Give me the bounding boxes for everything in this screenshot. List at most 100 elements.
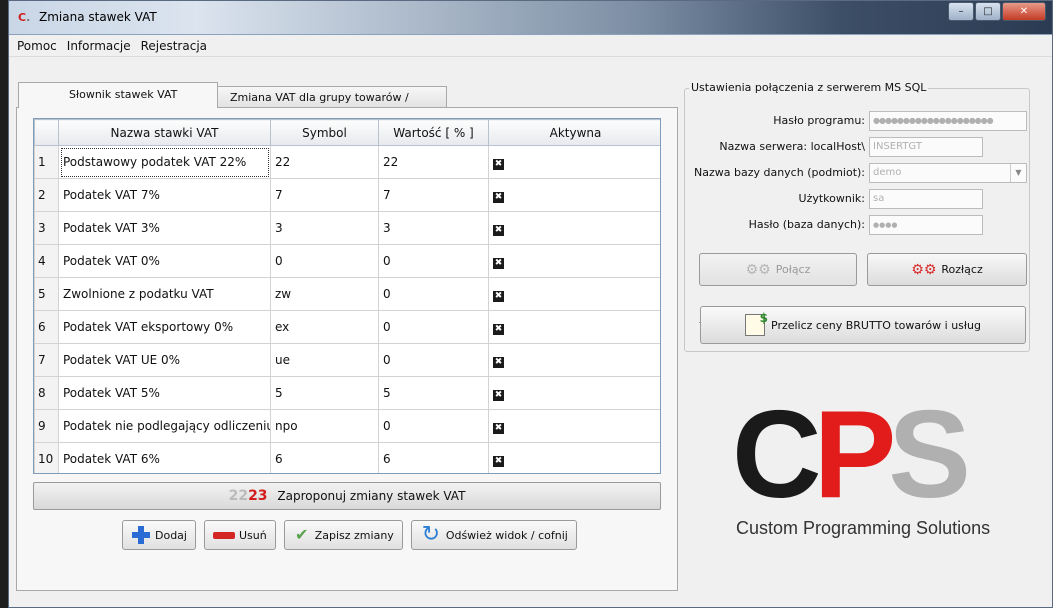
table-row[interactable]: 9 Podatek nie podlegający odliczeniu npo 0 ✖ (34, 409, 660, 443)
cell-symbol[interactable]: 6 (270, 442, 379, 473)
cell-symbol[interactable]: 3 (270, 211, 379, 245)
logo-letter-c: C (732, 386, 822, 524)
disconnect-button[interactable]: ⚙⚙ Rozłącz (867, 253, 1027, 286)
menu-bar: Pomoc Informacje Rejestracja (9, 35, 1052, 57)
active-checkbox[interactable]: ✖ (493, 257, 504, 269)
menu-pomoc[interactable]: Pomoc (17, 39, 57, 53)
cell-name[interactable]: Podstawowy podatek VAT 22% (58, 145, 271, 179)
cell-symbol[interactable]: 7 (270, 178, 379, 212)
row-number: 7 (34, 343, 59, 377)
menu-informacje[interactable]: Informacje (67, 39, 131, 53)
connect-button[interactable]: ⚙⚙ Połącz (699, 253, 857, 286)
cell-value[interactable]: 0 (378, 343, 489, 377)
cell-name[interactable]: Podatek VAT 7% (58, 178, 271, 212)
cell-symbol[interactable]: npo (270, 409, 379, 443)
cell-symbol[interactable]: ex (270, 310, 379, 344)
active-checkbox[interactable]: ✖ (493, 191, 504, 203)
server-name-field[interactable]: INSERTGT (869, 137, 983, 157)
cell-symbol[interactable]: 0 (270, 244, 379, 278)
program-password-field[interactable]: ●●●●●●●●●●●●●●●●●●●● (869, 111, 1027, 131)
active-checkbox[interactable]: ✖ (493, 455, 504, 467)
cell-name[interactable]: Podatek VAT UE 0% (58, 343, 271, 377)
table-row[interactable]: 3 Podatek VAT 3% 3 3 ✖ (34, 211, 660, 245)
cell-value[interactable]: 22 (378, 145, 489, 179)
chevron-down-icon: ▼ (1010, 164, 1026, 182)
row-number: 4 (34, 244, 59, 278)
active-checkbox[interactable]: ✖ (493, 323, 504, 335)
cell-name[interactable]: Podatek VAT 3% (58, 211, 271, 245)
close-button[interactable]: ✕ (1002, 2, 1046, 21)
logo-subtitle: Custom Programming Solutions (736, 518, 991, 538)
tab-group-vat-change[interactable]: Zmiana VAT dla grupy towarów / usług (217, 86, 447, 125)
cell-name[interactable]: Podatek VAT eksportowy 0% (58, 310, 271, 344)
table-header-row: Nazwa stawki VAT Symbol Wartość [ % ] Ak… (34, 119, 660, 146)
cell-active[interactable]: ✖ (488, 244, 660, 278)
cell-value[interactable]: 0 (378, 409, 489, 443)
table-row[interactable]: 7 Podatek VAT UE 0% ue 0 ✖ (34, 343, 660, 377)
cell-value[interactable]: 0 (378, 244, 489, 278)
database-select[interactable]: demo ▼ (869, 163, 1027, 183)
table-row[interactable]: 1 Podstawowy podatek VAT 22% 22 22 ✖ (34, 145, 660, 179)
active-checkbox[interactable]: ✖ (493, 389, 504, 401)
cell-value[interactable]: 0 (378, 277, 489, 311)
cell-name[interactable]: Podatek nie podlegający odliczeniu (58, 409, 271, 443)
cell-active[interactable]: ✖ (488, 178, 660, 212)
cell-symbol[interactable]: 22 (270, 145, 379, 179)
active-checkbox[interactable]: ✖ (493, 158, 504, 170)
cell-value[interactable]: 6 (378, 442, 489, 473)
column-header-value[interactable]: Wartość [ % ] (378, 119, 489, 146)
cell-value[interactable]: 5 (378, 376, 489, 410)
add-button[interactable]: Dodaj (122, 520, 196, 550)
minimize-button[interactable]: – (948, 2, 974, 21)
cell-value[interactable]: 3 (378, 211, 489, 245)
cell-value[interactable]: 7 (378, 178, 489, 212)
table-row[interactable]: 5 Zwolnione z podatku VAT zw 0 ✖ (34, 277, 660, 311)
column-header-symbol[interactable]: Symbol (270, 119, 379, 146)
vat-rates-table[interactable]: Nazwa stawki VAT Symbol Wartość [ % ] Ak… (33, 118, 661, 474)
title-bar[interactable]: C. Zmiana stawek VAT – □ ✕ (9, 1, 1052, 35)
table-row[interactable]: 6 Podatek VAT eksportowy 0% ex 0 ✖ (34, 310, 660, 344)
tab-vat-dictionary[interactable]: Słownik stawek VAT (18, 82, 218, 108)
row-number: 10 (34, 442, 59, 473)
column-header-active[interactable]: Aktywna (488, 119, 660, 146)
row-number: 6 (34, 310, 59, 344)
cell-value[interactable]: 0 (378, 310, 489, 344)
column-header-name[interactable]: Nazwa stawki VAT (58, 119, 271, 146)
table-row[interactable]: 8 Podatek VAT 5% 5 5 ✖ (34, 376, 660, 410)
cell-name[interactable]: Podatek VAT 0% (58, 244, 271, 278)
cell-active[interactable]: ✖ (488, 277, 660, 311)
propose-vat-changes-button[interactable]: 2223 Zaproponuj zmiany stawek VAT (33, 482, 661, 510)
recalculate-gross-prices-button[interactable]: Przelicz ceny BRUTTO towarów i usług (700, 306, 1026, 344)
cell-active[interactable]: ✖ (488, 376, 660, 410)
cell-name[interactable]: Podatek VAT 5% (58, 376, 271, 410)
active-checkbox[interactable]: ✖ (493, 290, 504, 302)
maximize-button[interactable]: □ (975, 2, 1001, 21)
cell-symbol[interactable]: zw (270, 277, 379, 311)
tab-bar: Słownik stawek VAT Zmiana VAT dla grupy … (18, 82, 447, 125)
db-password-field[interactable]: ●●●● (869, 215, 983, 235)
active-checkbox[interactable]: ✖ (493, 224, 504, 236)
active-checkbox[interactable]: ✖ (493, 422, 504, 434)
cell-symbol[interactable]: ue (270, 343, 379, 377)
active-checkbox[interactable]: ✖ (493, 356, 504, 368)
menu-rejestracja[interactable]: Rejestracja (141, 39, 207, 53)
cell-active[interactable]: ✖ (488, 343, 660, 377)
save-button[interactable]: ✔ Zapisz zmiany (283, 520, 403, 550)
refresh-button[interactable]: ↻ Odśwież widok / cofnij (410, 520, 577, 550)
cell-active[interactable]: ✖ (488, 310, 660, 344)
table-row[interactable]: 10 Podatek VAT 6% 6 6 ✖ (34, 442, 660, 473)
cell-active[interactable]: ✖ (488, 211, 660, 245)
cell-active[interactable]: ✖ (488, 442, 660, 473)
cell-active[interactable]: ✖ (488, 145, 660, 179)
table-row[interactable]: 2 Podatek VAT 7% 7 7 ✖ (34, 178, 660, 212)
cell-name[interactable]: Podatek VAT 6% (58, 442, 271, 473)
cps-logo: CPS Custom Programming Solutions (732, 390, 1012, 560)
remove-button[interactable]: Usuń (203, 520, 276, 550)
cell-active[interactable]: ✖ (488, 409, 660, 443)
table-row[interactable]: 4 Podatek VAT 0% 0 0 ✖ (34, 244, 660, 278)
window-controls: – □ ✕ (947, 2, 1046, 21)
user-field[interactable]: sa (869, 189, 983, 209)
cell-name[interactable]: Zwolnione z podatku VAT (58, 277, 271, 311)
tab-content: Nazwa stawki VAT Symbol Wartość [ % ] Ak… (16, 107, 678, 591)
cell-symbol[interactable]: 5 (270, 376, 379, 410)
